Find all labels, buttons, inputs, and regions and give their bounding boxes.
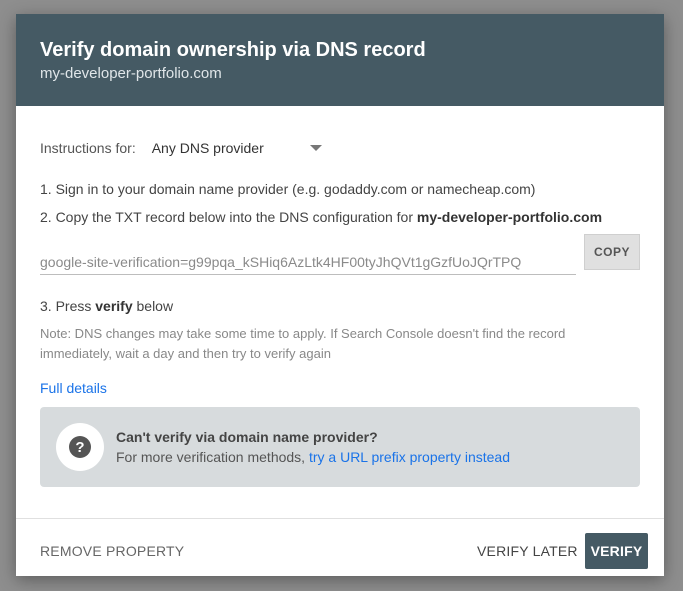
instructions-label: Instructions for: bbox=[40, 140, 136, 156]
question-icon: ? bbox=[69, 436, 91, 458]
help-circle: ? bbox=[56, 423, 104, 471]
alt-verification-title: Can't verify via domain name provider? bbox=[116, 429, 378, 445]
full-details-link[interactable]: Full details bbox=[40, 380, 107, 396]
txt-record-field[interactable]: google-site-verification=g99pqa_kSHiq6Az… bbox=[40, 250, 576, 275]
alt-verification-text: Can't verify via domain name provider? F… bbox=[116, 429, 510, 465]
dns-provider-value: Any DNS provider bbox=[151, 140, 264, 156]
step-3-suffix: below bbox=[132, 298, 174, 314]
step-2-text: 2. Copy the TXT record below into the DN… bbox=[40, 209, 417, 225]
copy-button[interactable]: COPY bbox=[584, 234, 640, 270]
remove-property-button[interactable]: REMOVE PROPERTY bbox=[40, 533, 184, 569]
alt-verification-box: ? Can't verify via domain name provider?… bbox=[40, 407, 640, 487]
step-1: 1. Sign in to your domain name provider … bbox=[40, 181, 536, 197]
step-2: 2. Copy the TXT record below into the DN… bbox=[40, 209, 602, 225]
step-2-domain: my-developer-portfolio.com bbox=[416, 209, 603, 225]
url-prefix-link[interactable]: try a URL prefix property instead bbox=[309, 449, 510, 465]
alt-verification-desc: For more verification methods, try a URL… bbox=[116, 449, 510, 465]
verify-button[interactable]: VERIFY bbox=[585, 533, 648, 569]
verify-later-button[interactable]: VERIFY LATER bbox=[477, 533, 578, 569]
dns-note: Note: DNS changes may take some time to … bbox=[40, 326, 566, 361]
step-3-prefix: 3. Press bbox=[40, 298, 96, 314]
dns-provider-dropdown[interactable]: Any DNS provider bbox=[152, 140, 322, 156]
step-3-verify: verify bbox=[95, 298, 133, 314]
verify-dns-dialog: Verify domain ownership via DNS record m… bbox=[16, 14, 664, 576]
alt-verification-prefix: For more verification methods, bbox=[116, 449, 309, 465]
dialog-subtitle: my-developer-portfolio.com bbox=[40, 65, 222, 82]
dialog-title: Verify domain ownership via DNS record bbox=[40, 39, 426, 61]
dialog-footer: REMOVE PROPERTY VERIFY LATER VERIFY bbox=[16, 518, 664, 576]
instructions-row: Instructions for: Any DNS provider bbox=[40, 140, 322, 156]
step-3: 3. Press verify below bbox=[40, 298, 173, 314]
chevron-down-icon bbox=[309, 145, 322, 151]
dialog-header: Verify domain ownership via DNS record m… bbox=[16, 14, 664, 106]
